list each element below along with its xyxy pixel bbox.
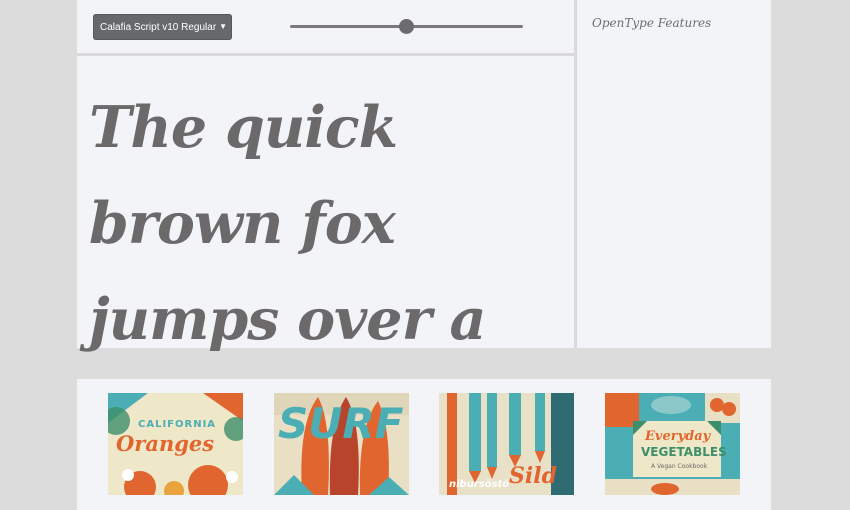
gallery-thumbnail-surf[interactable]: SURF [274,393,409,495]
thumbnail-caption-line2: VEGETABLES [641,445,727,459]
gallery-thumbnail-oranges[interactable]: CALIFORNIA Oranges [108,393,243,495]
gallery-thumbnail-vegetables[interactable]: Everyday VEGETABLES A Vegan Cookbook [605,393,740,495]
font-select-value: Calafia Script v10 Regular [100,21,217,33]
font-select[interactable]: Calafia Script v10 Regular ▼ [93,14,232,40]
font-size-slider[interactable] [290,19,523,34]
vegetables-illustration [605,393,740,495]
gallery-thumbnail-sild[interactable]: nibursöstö Sild [439,393,574,495]
toolbar: Calafia Script v10 Regular ▼ [77,0,574,56]
thumbnail-caption-line3: A Vegan Cookbook [651,463,708,470]
thumbnail-caption-line1: Everyday [645,429,711,444]
specimen-gallery: CALIFORNIA Oranges SURF nibursöstö Sild … [77,379,771,510]
chevron-down-icon: ▼ [219,22,227,31]
thumbnail-caption-line1: SURF [278,399,404,448]
opentype-title: OpenType Features [592,16,712,30]
thumbnail-caption-line1: nibursöstö [449,479,510,490]
opentype-panel: OpenType Features [577,0,771,348]
thumbnail-caption-line1: CALIFORNIA [138,419,217,430]
preview-panel: Calafia Script v10 Regular ▼ The quick b… [77,0,574,449]
thumbnail-caption-line2: Oranges [116,431,215,456]
thumbnail-caption-line2: Sild [509,463,557,489]
slider-thumb[interactable] [399,19,414,34]
